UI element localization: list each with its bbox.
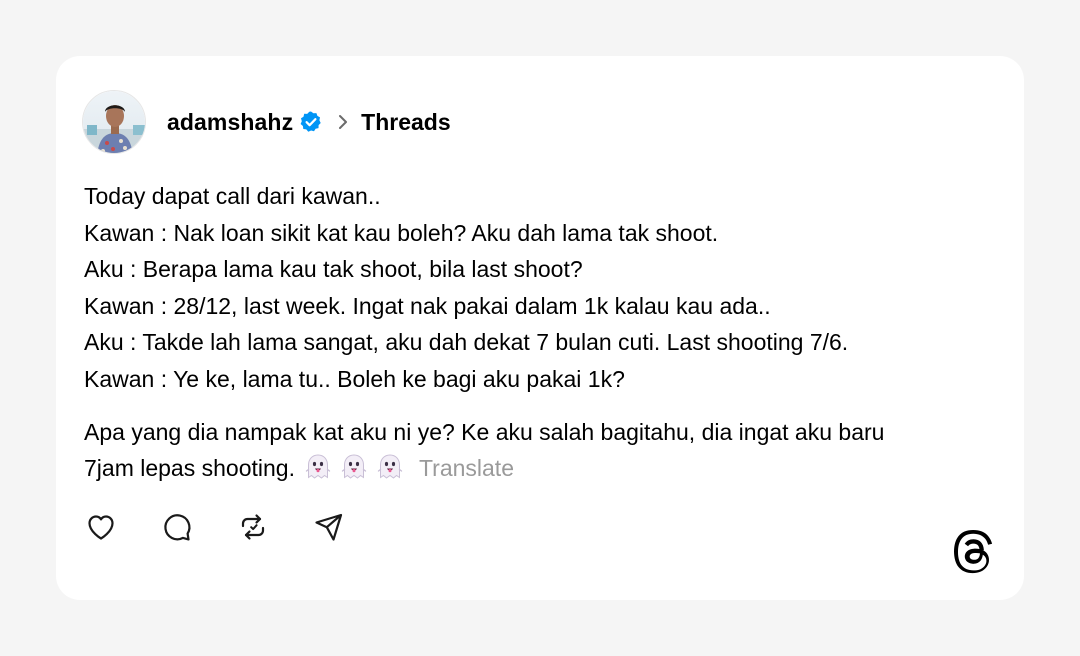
- channel-link[interactable]: Threads: [361, 109, 450, 136]
- threads-logo-icon: [954, 530, 996, 574]
- ghost-emoji-icon: [377, 453, 403, 481]
- chevron-right-icon: [337, 113, 349, 131]
- post-paragraph: Today dapat call dari kawan.. Kawan : Na…: [84, 178, 1004, 398]
- heart-icon[interactable]: [84, 510, 118, 544]
- post-actions: [84, 510, 388, 544]
- post-line-with-translate: 7jam lepas shooting. Translate: [84, 450, 1004, 487]
- post-header: adamshahz Threads: [82, 89, 451, 155]
- ghost-emoji-icon: [341, 453, 367, 481]
- post-line: Kawan : Ye ke, lama tu.. Boleh ke bagi a…: [84, 365, 625, 392]
- post-line: Kawan : Nak loan sikit kat kau boleh? Ak…: [84, 219, 719, 246]
- ghost-emoji-icon: [305, 453, 331, 481]
- avatar[interactable]: [82, 90, 146, 154]
- verified-badge-icon: [299, 110, 323, 134]
- post-text: Today dapat call dari kawan.. Kawan : Na…: [84, 178, 1004, 487]
- post-card: adamshahz Threads Today dapat call dari …: [56, 56, 1024, 600]
- translate-link[interactable]: Translate: [419, 455, 514, 481]
- comment-icon[interactable]: [160, 510, 194, 544]
- post-line: Apa yang dia nampak kat aku ni ye? Ke ak…: [84, 418, 885, 445]
- username[interactable]: adamshahz: [167, 109, 293, 136]
- post-line: Today dapat call dari kawan..: [84, 183, 381, 209]
- post-paragraph: Apa yang dia nampak kat aku ni ye? Ke ak…: [84, 414, 1004, 487]
- post-line: Aku : Takde lah lama sangat, aku dah dek…: [84, 329, 849, 356]
- share-icon[interactable]: [312, 510, 346, 544]
- post-line: Kawan : 28/12, last week. Ingat nak paka…: [84, 292, 771, 319]
- repost-icon[interactable]: [236, 510, 270, 544]
- post-line: Aku : Berapa lama kau tak shoot, bila la…: [84, 256, 583, 283]
- post-line-text: 7jam lepas shooting.: [84, 455, 295, 482]
